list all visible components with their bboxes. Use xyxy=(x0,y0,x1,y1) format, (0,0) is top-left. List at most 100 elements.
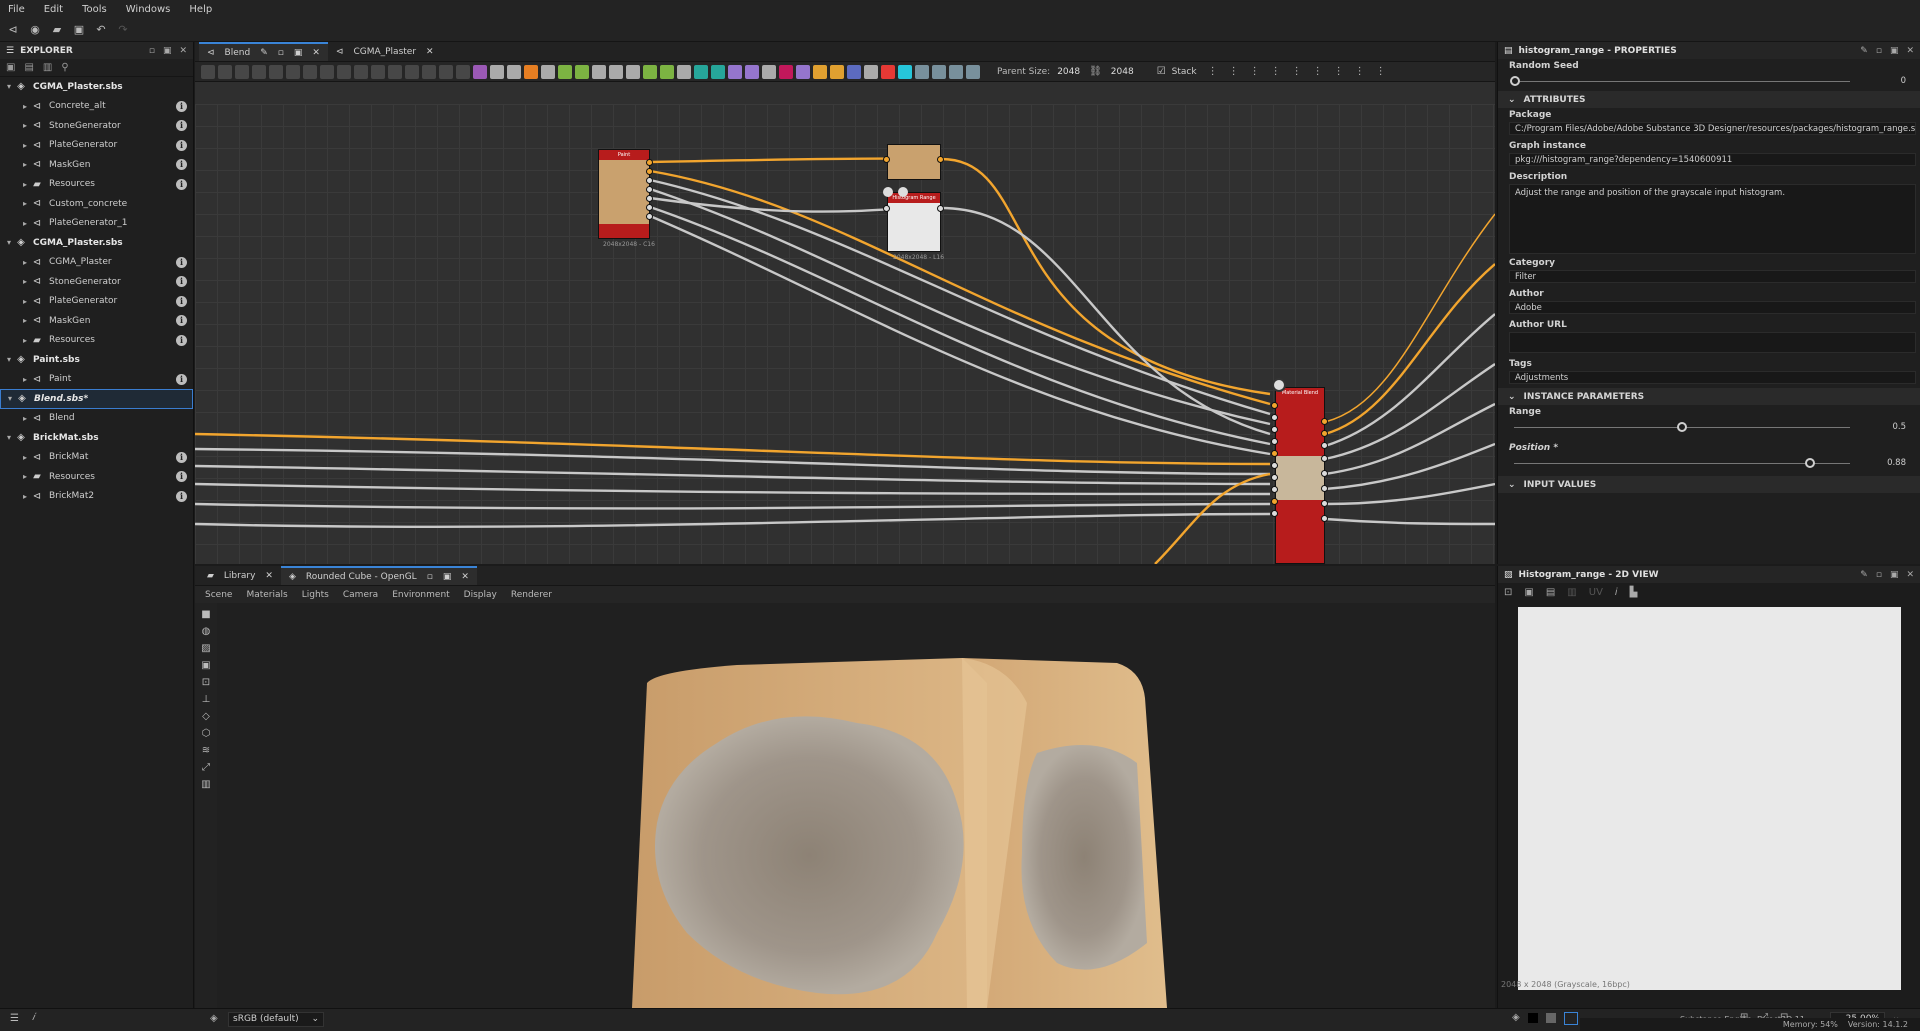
tree-item[interactable]: ▸ ⊲ Concrete_alt i xyxy=(0,97,193,117)
input-pin[interactable] xyxy=(1271,426,1278,433)
output-pin[interactable] xyxy=(937,205,944,212)
menu-environment[interactable]: Environment xyxy=(392,590,449,600)
dock-icon[interactable]: ▫ xyxy=(149,46,155,56)
size-select[interactable]: 2048 xyxy=(1111,67,1134,77)
tree-item[interactable]: ▸ ⊲ StoneGenerator i xyxy=(0,116,193,136)
info-icon[interactable]: i xyxy=(176,471,187,483)
node-tool-icon[interactable] xyxy=(201,64,215,79)
undo-icon[interactable]: ↶ xyxy=(94,23,108,37)
info-icon[interactable]: i xyxy=(176,334,187,346)
node-tool-icon[interactable] xyxy=(660,64,674,79)
input-pin[interactable] xyxy=(1271,510,1278,517)
frame-icon[interactable]: ⊡ xyxy=(202,677,210,688)
tags-field[interactable]: Adjustments xyxy=(1509,371,1916,384)
chevron-down-icon[interactable]: ▾ xyxy=(4,82,14,91)
info-icon[interactable]: i xyxy=(176,178,187,190)
chevron-right-icon[interactable]: ▸ xyxy=(20,102,30,111)
package-item[interactable]: ▾ ◈ Paint.sbs xyxy=(0,350,193,370)
menu-file[interactable]: File xyxy=(8,4,25,15)
node-tool-icon[interactable] xyxy=(949,64,963,79)
chevron-down-icon[interactable]: ▾ xyxy=(4,433,14,442)
input-values-section[interactable]: ⌄ INPUT VALUES xyxy=(1498,476,1920,493)
dock-icon[interactable]: ▫ xyxy=(1876,570,1882,580)
output-pin[interactable] xyxy=(937,156,944,163)
node-tool-icon[interactable] xyxy=(915,64,929,79)
save-icon[interactable]: ▣ xyxy=(1524,587,1533,598)
attributes-section[interactable]: ⌄ ATTRIBUTES xyxy=(1498,91,1920,108)
layers-icon[interactable]: ≋ xyxy=(202,745,210,756)
chevron-right-icon[interactable]: ▸ xyxy=(20,472,30,481)
parent-size-select[interactable]: 2048 xyxy=(1057,67,1080,77)
menu-renderer[interactable]: Renderer xyxy=(511,590,552,600)
menu-display[interactable]: Display xyxy=(464,590,497,600)
chevron-right-icon[interactable]: ▸ xyxy=(20,453,30,462)
chevron-right-icon[interactable]: ▸ xyxy=(20,219,30,228)
node-tool-icon[interactable] xyxy=(439,64,453,79)
output-pin[interactable] xyxy=(1321,485,1328,492)
info-icon[interactable]: i xyxy=(176,490,187,502)
chevron-down-icon[interactable]: ▾ xyxy=(4,355,14,364)
node-tool-icon[interactable] xyxy=(286,64,300,79)
node-tool-icon[interactable] xyxy=(490,64,504,79)
tree-item[interactable]: ▸ ⊲ MaskGen i xyxy=(0,155,193,175)
node-tool-icon[interactable] xyxy=(932,64,946,79)
graph-canvas[interactable]: Paint 2048x2048 - C16 Histogram Range 20… xyxy=(195,104,1495,564)
instance-parameters-section[interactable]: ⌄ INSTANCE PARAMETERS xyxy=(1498,388,1920,405)
slider-knob[interactable] xyxy=(1804,458,1815,468)
close-icon[interactable]: ✕ xyxy=(1906,46,1914,56)
tree-item[interactable]: ▸ ⊲ PlateGenerator i xyxy=(0,292,193,312)
input-pin[interactable] xyxy=(1271,498,1278,505)
node-tool-icon[interactable] xyxy=(881,64,895,79)
node-tool-icon[interactable] xyxy=(643,64,657,79)
uv-toggle[interactable]: UV xyxy=(1589,587,1603,598)
export-icon[interactable]: ⊡ xyxy=(1504,587,1512,598)
chevron-right-icon[interactable]: ▸ xyxy=(20,141,30,150)
menu-windows[interactable]: Windows xyxy=(126,4,171,15)
output-pin[interactable] xyxy=(646,177,653,184)
align-icon[interactable]: ⋮ xyxy=(1271,66,1281,77)
node-tool-icon[interactable] xyxy=(609,64,623,79)
node-tool-icon[interactable] xyxy=(507,64,521,79)
node-tool-icon[interactable] xyxy=(269,64,283,79)
stats-icon[interactable]: ▥ xyxy=(201,779,210,790)
node-tool-icon[interactable] xyxy=(218,64,232,79)
save-as-icon[interactable]: ▥ xyxy=(43,62,52,73)
chevron-right-icon[interactable]: ▸ xyxy=(20,316,30,325)
output-pin[interactable] xyxy=(646,168,653,175)
material-blend-node[interactable]: Material Blend xyxy=(1275,387,1325,564)
light-icon[interactable]: ◍ xyxy=(202,626,211,637)
tree-item[interactable]: ▸ ▰ Resources i xyxy=(0,331,193,351)
node-tool-icon[interactable] xyxy=(779,64,793,79)
node-tool-icon[interactable] xyxy=(456,64,470,79)
info-icon[interactable]: i xyxy=(176,295,187,307)
layers-icon[interactable]: ◈ xyxy=(210,1013,218,1024)
info-icon[interactable]: i xyxy=(176,100,187,112)
link-icon[interactable]: ⛓ xyxy=(1089,66,1102,77)
node-tool-icon[interactable] xyxy=(320,64,334,79)
dock-icon[interactable]: ▫ xyxy=(278,48,284,58)
tree-item[interactable]: ▸ ⊲ PlateGenerator i xyxy=(0,136,193,156)
package-item[interactable]: ▾ ◈ BrickMat.sbs xyxy=(0,428,193,448)
slider-knob[interactable] xyxy=(1510,76,1520,86)
output-pin[interactable] xyxy=(1321,500,1328,507)
wireframe-icon[interactable]: ⬡ xyxy=(202,728,211,739)
node-tool-icon[interactable] xyxy=(541,64,555,79)
camera-icon[interactable]: ■ xyxy=(201,609,210,620)
output-pin[interactable] xyxy=(646,204,653,211)
menu-materials[interactable]: Materials xyxy=(246,590,287,600)
pin-icon[interactable]: ✎ xyxy=(1860,46,1868,56)
histogram-icon[interactable]: ▙ xyxy=(1630,587,1638,598)
output-pin[interactable] xyxy=(1321,430,1328,437)
node-tool-icon[interactable] xyxy=(575,64,589,79)
random-seed-slider[interactable]: 0 xyxy=(1510,73,1920,89)
output-pin[interactable] xyxy=(1321,470,1328,477)
info-icon[interactable]: 𝑖 xyxy=(1615,587,1618,598)
node-tool-icon[interactable] xyxy=(558,64,572,79)
histogram-range-node[interactable]: Histogram Range xyxy=(887,192,941,252)
description-field[interactable]: Adjust the range and position of the gra… xyxy=(1509,184,1916,254)
node-tool-icon[interactable] xyxy=(626,64,640,79)
save-icon[interactable]: ▣ xyxy=(72,23,86,37)
output-pin[interactable] xyxy=(1321,515,1328,522)
screenshot-icon[interactable]: ▣ xyxy=(201,660,210,671)
align-icon[interactable]: ⋮ xyxy=(1313,66,1323,77)
